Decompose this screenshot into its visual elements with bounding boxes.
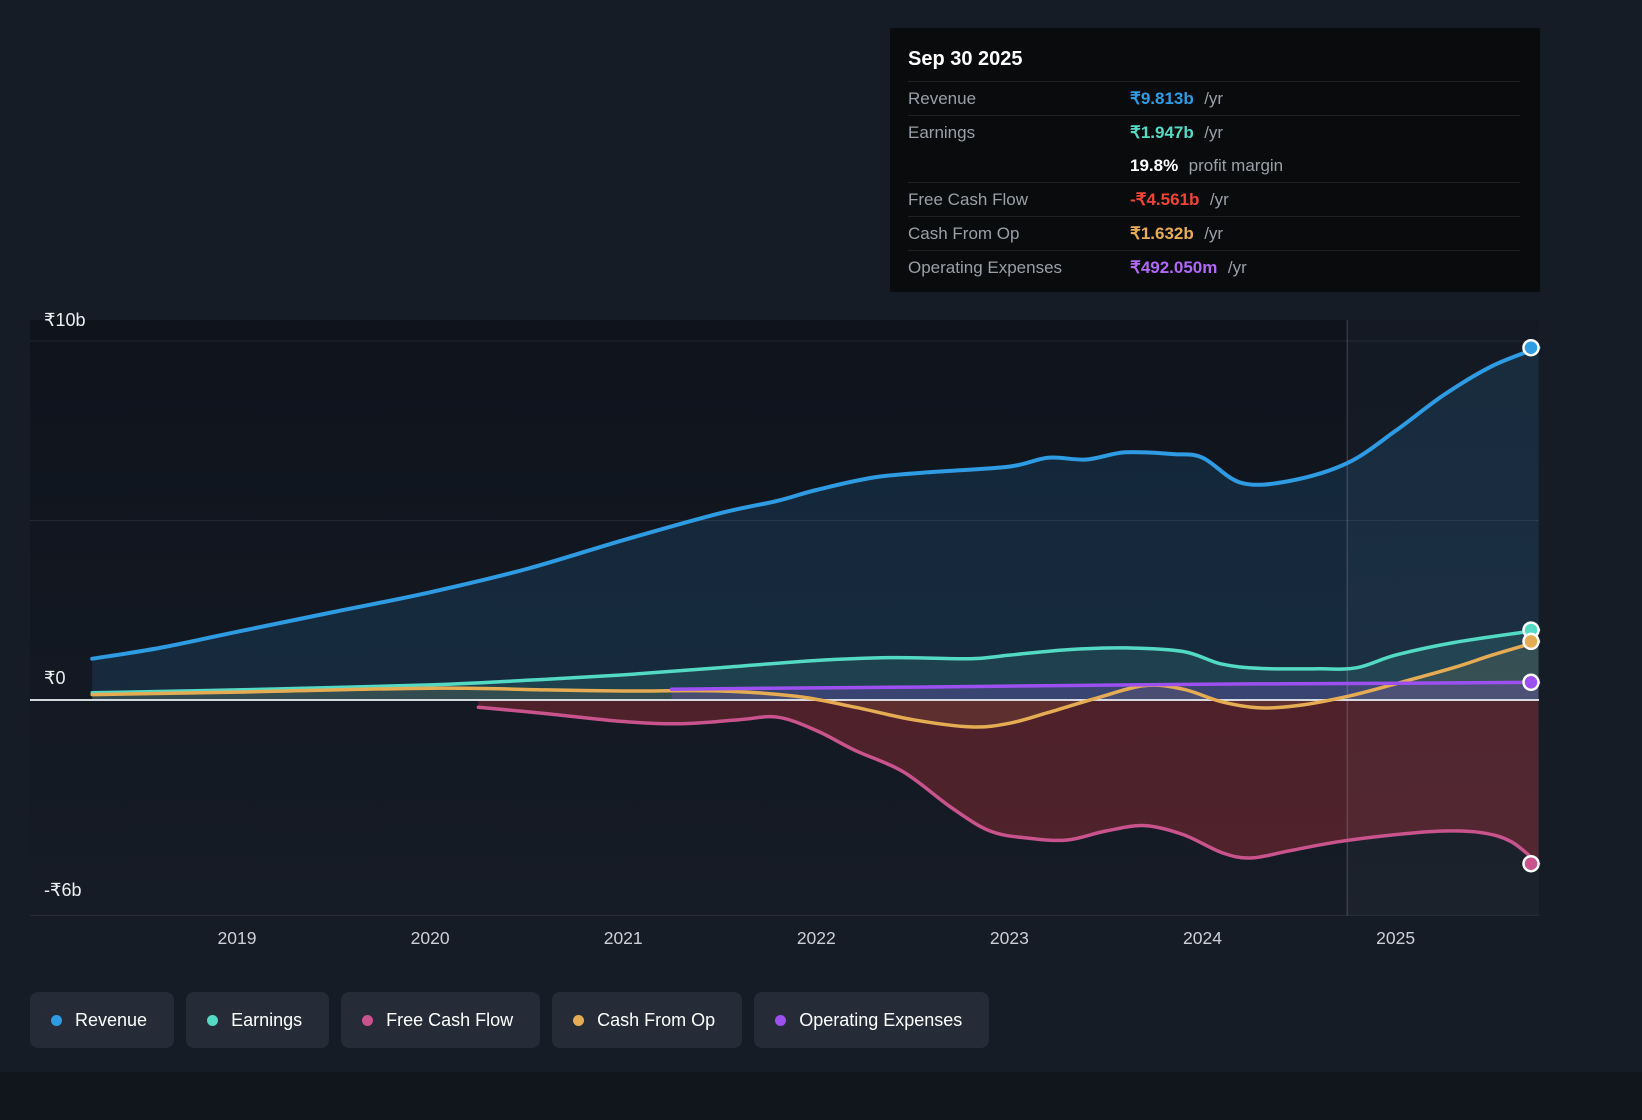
tooltip-row-label: Operating Expenses xyxy=(908,258,1130,278)
tooltip-row-suffix: /yr xyxy=(1228,258,1247,277)
operating-expenses-legend-dot-icon xyxy=(775,1015,786,1026)
legend-item-revenue[interactable]: Revenue xyxy=(30,992,174,1048)
tooltip-row-value: ₹1.632b xyxy=(1130,224,1194,243)
tooltip-row-value-wrap: ₹9.813b /yr xyxy=(1130,89,1520,109)
legend-item-label: Operating Expenses xyxy=(799,1010,962,1031)
x-axis-label-2020: 2020 xyxy=(411,928,450,949)
tooltip-row-label: Free Cash Flow xyxy=(908,190,1130,210)
tooltip-row-suffix: /yr xyxy=(1204,89,1223,108)
legend-item-operating-expenses[interactable]: Operating Expenses xyxy=(754,992,989,1048)
x-axis-label-2021: 2021 xyxy=(604,928,643,949)
tooltip-row-label: Revenue xyxy=(908,89,1130,109)
tooltip-row-value: ₹1.947b xyxy=(1130,123,1194,142)
x-axis-label-2022: 2022 xyxy=(797,928,836,949)
x-axis-label-2024: 2024 xyxy=(1183,928,1222,949)
tooltip-row-value: ₹492.050m xyxy=(1130,258,1217,277)
y-axis-label-10b: ₹10b xyxy=(44,310,85,331)
chart-legend: Revenue Earnings Free Cash Flow Cash From O… xyxy=(30,992,989,1048)
legend-item-label: Revenue xyxy=(75,1010,147,1031)
tooltip-row-suffix: /yr xyxy=(1204,224,1223,243)
tooltip-row-profit-margin: 19.8% profit margin xyxy=(908,149,1520,182)
tooltip-row-earnings: Earnings ₹1.947b /yr xyxy=(908,115,1520,149)
tooltip-row-label: Earnings xyxy=(908,123,1130,143)
tooltip-row-value-wrap: ₹1.632b /yr xyxy=(1130,224,1520,244)
tooltip-row-label: Cash From Op xyxy=(908,224,1130,244)
tooltip-row-value-wrap: -₹4.561b /yr xyxy=(1130,190,1520,210)
x-axis-label-2025: 2025 xyxy=(1376,928,1415,949)
y-axis-label-neg-6b: -₹6b xyxy=(44,880,81,901)
tooltip-row-suffix: profit margin xyxy=(1189,156,1283,175)
cash-from-op-legend-dot-icon xyxy=(573,1015,584,1026)
footer-strip xyxy=(0,1072,1642,1120)
chart-tooltip: Sep 30 2025 Revenue ₹9.813b /yr Earnings… xyxy=(890,28,1540,292)
free-cash-flow-legend-dot-icon xyxy=(362,1015,373,1026)
tooltip-row-value: -₹4.561b xyxy=(1130,190,1199,209)
legend-item-label: Earnings xyxy=(231,1010,302,1031)
tooltip-row-cash-from-op: Cash From Op ₹1.632b /yr xyxy=(908,216,1520,250)
revenue-legend-dot-icon xyxy=(51,1015,62,1026)
tooltip-rows: Revenue ₹9.813b /yr Earnings ₹1.947b /yr… xyxy=(908,81,1520,284)
x-axis-label-2019: 2019 xyxy=(218,928,257,949)
tooltip-row-value-wrap: ₹1.947b /yr xyxy=(1130,123,1520,143)
legend-item-label: Cash From Op xyxy=(597,1010,715,1031)
financial-history-chart-module: Sep 30 2025 Revenue ₹9.813b /yr Earnings… xyxy=(0,0,1642,1120)
x-axis-labels: 2019 2020 2021 2022 2023 2024 2025 xyxy=(0,928,1642,954)
earnings-legend-dot-icon xyxy=(207,1015,218,1026)
tooltip-row-suffix: /yr xyxy=(1204,123,1223,142)
tooltip-row-revenue: Revenue ₹9.813b /yr xyxy=(908,81,1520,115)
legend-item-free-cash-flow[interactable]: Free Cash Flow xyxy=(341,992,540,1048)
tooltip-row-value: 19.8% xyxy=(1130,156,1178,175)
y-axis-label-zero: ₹0 xyxy=(44,668,65,689)
tooltip-row-value-wrap: 19.8% profit margin xyxy=(1130,156,1520,176)
tooltip-date: Sep 30 2025 xyxy=(908,40,1520,81)
tooltip-row-free-cash-flow: Free Cash Flow -₹4.561b /yr xyxy=(908,182,1520,216)
tooltip-row-operating-expenses: Operating Expenses ₹492.050m /yr xyxy=(908,250,1520,284)
tooltip-row-value-wrap: ₹492.050m /yr xyxy=(1130,258,1520,278)
legend-item-label: Free Cash Flow xyxy=(386,1010,513,1031)
legend-item-cash-from-op[interactable]: Cash From Op xyxy=(552,992,742,1048)
tooltip-row-value: ₹9.813b xyxy=(1130,89,1194,108)
tooltip-row-suffix: /yr xyxy=(1210,190,1229,209)
legend-item-earnings[interactable]: Earnings xyxy=(186,992,329,1048)
x-axis-label-2023: 2023 xyxy=(990,928,1029,949)
